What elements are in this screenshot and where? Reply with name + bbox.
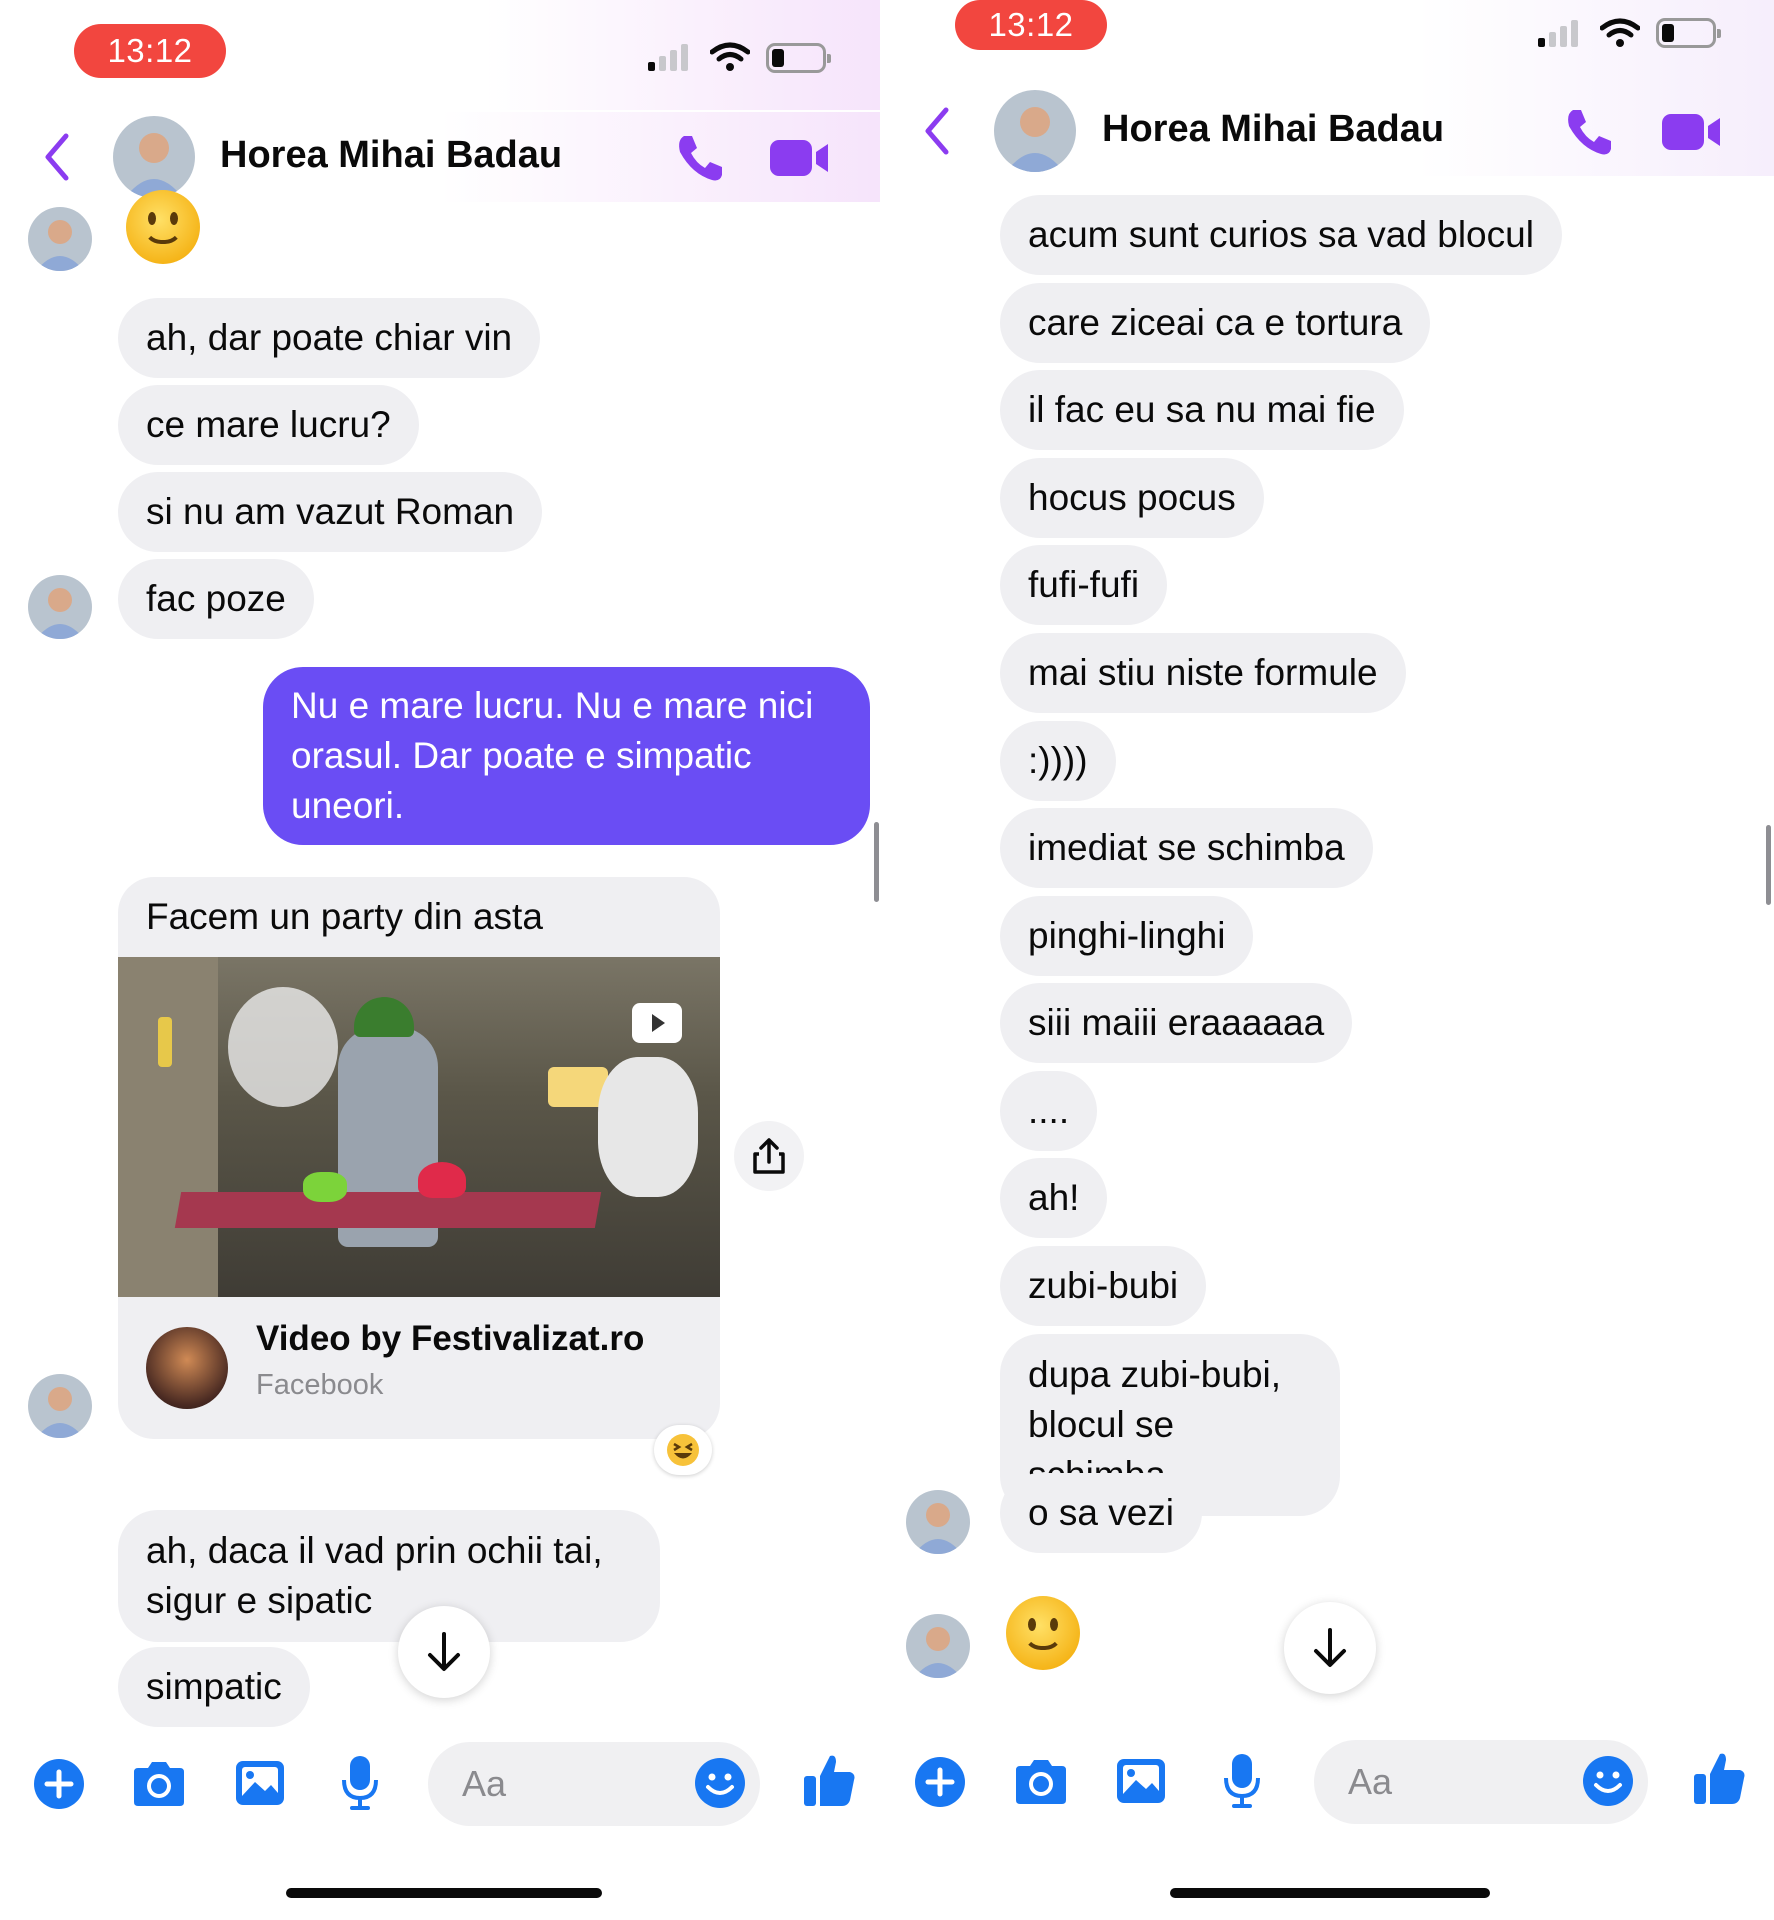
- camera-icon[interactable]: [130, 1760, 188, 1808]
- arrow-down-icon: [1314, 1628, 1346, 1667]
- share-button[interactable]: [734, 1121, 804, 1191]
- video-thumbnail[interactable]: [118, 957, 720, 1297]
- smile-emoji-icon: [1006, 1596, 1080, 1670]
- message-bubble[interactable]: mai stiu niste formule: [1000, 633, 1406, 713]
- share-icon: [753, 1138, 785, 1174]
- scrollbar[interactable]: [874, 822, 879, 902]
- contact-avatar-small: [28, 575, 92, 639]
- camera-icon[interactable]: [1012, 1758, 1070, 1806]
- phone-icon[interactable]: [674, 132, 726, 184]
- message-bubble[interactable]: hocus pocus: [1000, 458, 1264, 538]
- message-bubble[interactable]: ah, daca il vad prin ochii tai, sigur e …: [118, 1510, 660, 1642]
- arrow-down-icon: [428, 1632, 460, 1671]
- status-time: 13:12: [74, 24, 226, 78]
- message-bubble[interactable]: o sa vezi: [1000, 1473, 1203, 1553]
- play-icon[interactable]: [632, 1003, 682, 1043]
- gallery-icon[interactable]: [233, 1758, 287, 1808]
- card-message-text: Facem un party din asta: [146, 896, 543, 937]
- message-bubble[interactable]: siii maiii eraaaaaa: [1000, 983, 1353, 1063]
- status-time: 13:12: [955, 0, 1107, 50]
- home-indicator: [1170, 1888, 1490, 1898]
- composer-bar: Aa: [880, 1732, 1774, 1832]
- message-bubble[interactable]: fac poze: [118, 559, 314, 639]
- signal-icon: [648, 44, 688, 71]
- message-bubble[interactable]: care ziceai ca e tortura: [1000, 283, 1431, 363]
- plus-icon[interactable]: [914, 1756, 966, 1808]
- shared-video-card[interactable]: Facem un party din asta Video by Festiva…: [118, 877, 720, 1439]
- contact-avatar-small: [906, 1614, 970, 1678]
- contact-avatar-small: [906, 1490, 970, 1554]
- message-bubble[interactable]: pinghi-linghi: [1000, 896, 1254, 976]
- scroll-to-bottom-button[interactable]: [1284, 1602, 1376, 1694]
- message-bubble[interactable]: zubi-bubi: [1000, 1246, 1207, 1326]
- message-bubble[interactable]: fufi-fufi: [1000, 545, 1168, 625]
- source-title: Video by Festivalizat.ro: [256, 1319, 645, 1358]
- home-indicator: [286, 1888, 602, 1898]
- message-bubble[interactable]: ah!: [1000, 1158, 1108, 1238]
- left-screenshot: 13:12 Horea Mihai Badau ah, dar poate ch…: [0, 0, 880, 1920]
- video-camera-icon[interactable]: [768, 136, 830, 180]
- thumbs-up-icon[interactable]: [802, 1752, 856, 1808]
- laughing-reaction-icon[interactable]: [654, 1425, 712, 1475]
- message-bubble[interactable]: ah, dar poate chiar vin: [118, 298, 541, 378]
- contact-name[interactable]: Horea Mihai Badau: [1102, 108, 1444, 151]
- back-chevron-icon[interactable]: [922, 106, 952, 156]
- scrollbar[interactable]: [1766, 825, 1771, 905]
- contact-avatar-small: [28, 1374, 92, 1438]
- contact-avatar-small: [28, 207, 92, 271]
- plus-icon[interactable]: [33, 1758, 85, 1810]
- message-bubble[interactable]: imediat se schimba: [1000, 808, 1373, 888]
- microphone-icon[interactable]: [1222, 1752, 1262, 1810]
- message-bubble[interactable]: il fac eu sa nu mai fie: [1000, 370, 1404, 450]
- source-logo: [146, 1327, 228, 1409]
- composer-bar: Aa: [0, 1732, 880, 1832]
- thumbs-up-icon[interactable]: [1692, 1750, 1746, 1806]
- emoji-icon[interactable]: [1582, 1755, 1634, 1807]
- battery-icon: [1656, 18, 1721, 48]
- contact-avatar[interactable]: [113, 116, 195, 198]
- microphone-icon[interactable]: [340, 1754, 380, 1812]
- chat-header: Horea Mihai Badau: [880, 86, 1774, 176]
- chat-header: Horea Mihai Badau: [0, 112, 880, 202]
- phone-icon[interactable]: [1563, 106, 1615, 158]
- card-source[interactable]: Video by Festivalizat.ro Facebook: [118, 1297, 720, 1437]
- source-subtitle: Facebook: [256, 1369, 384, 1401]
- message-bubble[interactable]: ce mare lucru?: [118, 385, 419, 465]
- message-bubble[interactable]: si nu am vazut Roman: [118, 472, 543, 552]
- contact-name[interactable]: Horea Mihai Badau: [220, 134, 562, 177]
- signal-icon: [1538, 20, 1578, 47]
- message-bubble[interactable]: :)))): [1000, 721, 1116, 801]
- wifi-icon: [1600, 18, 1640, 47]
- gallery-icon[interactable]: [1114, 1756, 1168, 1806]
- my-message-bubble[interactable]: Nu e mare lucru. Nu e mare nici orasul. …: [263, 667, 870, 845]
- status-bar: 13:12: [0, 0, 880, 110]
- wifi-icon: [710, 42, 750, 71]
- scroll-to-bottom-button[interactable]: [398, 1606, 490, 1698]
- smile-emoji-icon: [126, 190, 200, 264]
- contact-avatar[interactable]: [994, 90, 1076, 172]
- right-screenshot: 13:12 Horea Mihai Badau acum sunt curios…: [880, 0, 1774, 1920]
- emoji-icon[interactable]: [694, 1757, 746, 1809]
- message-bubble[interactable]: simpatic: [118, 1647, 310, 1727]
- message-bubble[interactable]: acum sunt curios sa vad blocul: [1000, 195, 1562, 275]
- battery-icon: [766, 43, 831, 73]
- message-bubble[interactable]: ....: [1000, 1071, 1098, 1151]
- video-camera-icon[interactable]: [1660, 110, 1722, 154]
- back-chevron-icon[interactable]: [42, 132, 72, 182]
